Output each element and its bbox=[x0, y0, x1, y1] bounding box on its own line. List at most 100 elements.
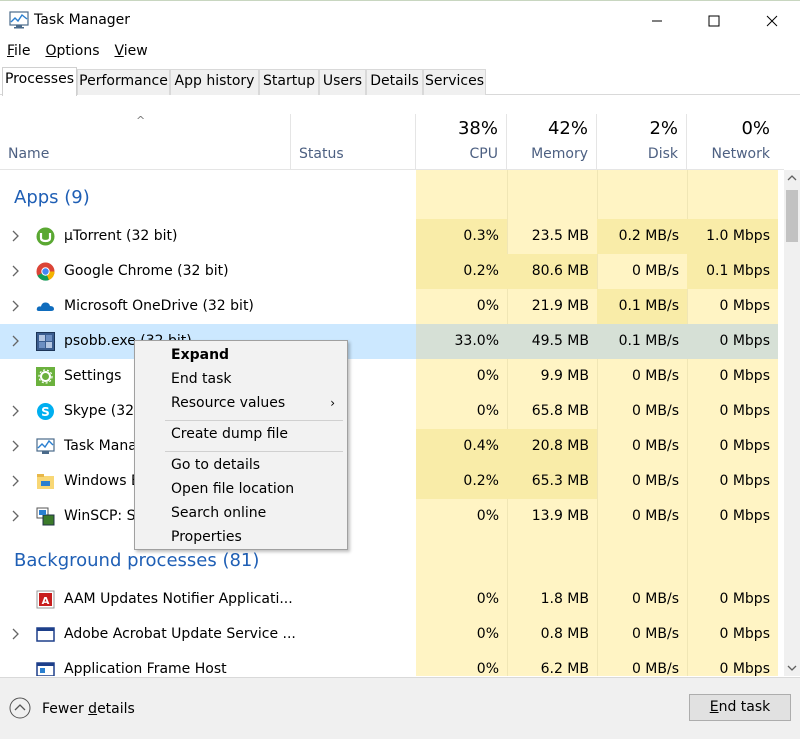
tab-startup[interactable]: Startup bbox=[259, 69, 319, 95]
cpu-value: 0.4% bbox=[416, 429, 507, 464]
header-cpu-percent: 38% bbox=[457, 118, 498, 139]
scroll-up-icon[interactable] bbox=[787, 174, 797, 182]
menu-item-go-to-details[interactable]: Go to details bbox=[135, 454, 347, 478]
menu-item-properties[interactable]: Properties bbox=[135, 526, 347, 550]
tab-app-history[interactable]: App history bbox=[170, 69, 259, 95]
utorrent-icon bbox=[36, 227, 55, 246]
network-value: 0 Mbps bbox=[719, 508, 770, 524]
onedrive-icon bbox=[36, 302, 54, 311]
table-row[interactable]: Adobe Acrobat Update Service ... 0% 0.8 … bbox=[0, 617, 778, 652]
tab-users[interactable]: Users bbox=[319, 69, 366, 95]
table-row[interactable]: µTorrent (32 bit) 0.3% 23.5 MB 0.2 MB/s … bbox=[0, 219, 778, 254]
header-status-label: Status bbox=[299, 146, 344, 162]
header-cpu[interactable]: 38% CPU bbox=[416, 114, 507, 169]
close-button[interactable] bbox=[749, 1, 795, 41]
folder-icon bbox=[37, 474, 54, 489]
table-row-selected[interactable]: psobb.exe (32 bit) 33.0% 49.5 MB 0.1 MB/… bbox=[0, 324, 778, 359]
cpu-value: 0% bbox=[476, 403, 499, 419]
network-value: 0 Mbps bbox=[719, 438, 770, 454]
network-value: 0 Mbps bbox=[719, 473, 770, 489]
process-name: Application Frame Host bbox=[64, 661, 227, 676]
network-value: 0 Mbps bbox=[719, 591, 770, 607]
tab-services[interactable]: Services bbox=[423, 69, 486, 95]
group-background-processes[interactable]: Background processes (81) bbox=[14, 550, 259, 571]
cpu-value: 0% bbox=[476, 591, 499, 607]
table-row[interactable]: A AAM Updates Notifier Applicati... 0% 1… bbox=[0, 582, 778, 617]
menu-file[interactable]: File bbox=[0, 40, 38, 64]
scroll-down-icon[interactable] bbox=[787, 664, 797, 672]
fewer-details-link[interactable]: Fewer details bbox=[42, 701, 135, 717]
tab-details[interactable]: Details bbox=[366, 69, 423, 95]
header-network[interactable]: 0% Network bbox=[687, 114, 778, 169]
menu-separator bbox=[165, 420, 343, 421]
disk-value: 0 MB/s bbox=[631, 473, 679, 489]
menu-item-open-file-location[interactable]: Open file location bbox=[135, 478, 347, 502]
maximize-button[interactable] bbox=[691, 1, 737, 41]
chevron-right-icon[interactable] bbox=[10, 229, 22, 243]
header-name[interactable]: Name bbox=[0, 114, 291, 169]
table-row[interactable]: Windows Explorer 0.2% 65.3 MB 0 MB/s 0 M… bbox=[0, 464, 778, 499]
memory-value: 65.8 MB bbox=[531, 403, 589, 419]
disk-value: 0 MB/s bbox=[631, 661, 679, 676]
chevron-right-icon[interactable] bbox=[10, 509, 22, 523]
table-row[interactable]: Task Manager 0.4% 20.8 MB 0 MB/s 0 Mbps bbox=[0, 429, 778, 464]
chevron-right-icon[interactable] bbox=[10, 439, 22, 453]
memory-value: 9.9 MB bbox=[540, 368, 589, 384]
menu-options-label: ptions bbox=[56, 43, 100, 59]
menu-view-label: iew bbox=[123, 43, 148, 59]
memory-value: 65.3 MB bbox=[507, 464, 597, 499]
group-apps[interactable]: Apps (9) bbox=[14, 187, 90, 208]
header-status[interactable]: Status bbox=[291, 114, 416, 169]
table-row[interactable]: Application Frame Host 0% 6.2 MB 0 MB/s … bbox=[0, 652, 778, 676]
winscp-icon bbox=[36, 507, 55, 526]
end-task-button[interactable]: End task bbox=[689, 694, 791, 721]
disk-value: 0.1 MB/s bbox=[597, 324, 687, 359]
settings-gear-icon bbox=[36, 367, 55, 386]
header-disk-label: Disk bbox=[647, 146, 678, 162]
process-name: AAM Updates Notifier Applicati... bbox=[64, 591, 293, 607]
chrome-icon bbox=[36, 262, 55, 281]
svg-text:S: S bbox=[41, 405, 50, 419]
cpu-value: 0.3% bbox=[416, 219, 507, 254]
menu-view[interactable]: View bbox=[107, 40, 155, 64]
memory-value: 0.8 MB bbox=[540, 626, 589, 642]
table-row[interactable]: Microsoft OneDrive (32 bit) 0% 21.9 MB 0… bbox=[0, 289, 778, 324]
menu-item-resource-values[interactable]: Resource values › bbox=[135, 392, 347, 416]
chevron-right-icon[interactable] bbox=[10, 334, 22, 348]
network-value: 0 Mbps bbox=[719, 403, 770, 419]
table-row[interactable]: Settings 0% 9.9 MB 0 MB/s 0 Mbps bbox=[0, 359, 778, 394]
process-name: Google Chrome (32 bit) bbox=[64, 263, 229, 279]
tab-bar: Processes Performance App history Startu… bbox=[0, 67, 800, 96]
chevron-right-icon[interactable] bbox=[10, 474, 22, 488]
process-name: µTorrent (32 bit) bbox=[64, 228, 178, 244]
chevron-up-circle-icon[interactable] bbox=[9, 697, 31, 719]
header-cpu-label: CPU bbox=[469, 146, 498, 162]
disk-value: 0 MB/s bbox=[631, 438, 679, 454]
menu-options[interactable]: Options bbox=[38, 40, 107, 64]
header-name-label: Name bbox=[8, 146, 50, 162]
scrollbar-thumb[interactable] bbox=[786, 190, 798, 242]
tab-processes[interactable]: Processes bbox=[2, 67, 77, 96]
tab-performance[interactable]: Performance bbox=[77, 69, 170, 95]
network-value: 0 Mbps bbox=[687, 324, 778, 359]
chevron-right-icon[interactable] bbox=[10, 264, 22, 278]
menu-item-create-dump-file[interactable]: Create dump file bbox=[135, 423, 347, 447]
adobe-icon: A bbox=[36, 590, 55, 609]
chevron-right-icon[interactable] bbox=[10, 299, 22, 313]
table-row[interactable]: S Skype (32 bit) 0% 65.8 MB 0 MB/s 0 Mbp… bbox=[0, 394, 778, 429]
table-row[interactable]: Google Chrome (32 bit) 0.2% 80.6 MB 0 MB… bbox=[0, 254, 778, 289]
menu-item-expand[interactable]: Expand bbox=[135, 344, 347, 368]
header-disk[interactable]: 2% Disk bbox=[597, 114, 687, 169]
chevron-right-icon[interactable] bbox=[10, 627, 22, 641]
vertical-scrollbar[interactable] bbox=[784, 170, 800, 676]
menu-item-search-online[interactable]: Search online bbox=[135, 502, 347, 526]
chevron-right-icon[interactable] bbox=[10, 404, 22, 418]
table-row[interactable]: WinSCP: SFTP 0% 13.9 MB 0 MB/s 0 Mbps bbox=[0, 499, 778, 534]
close-icon bbox=[766, 15, 778, 27]
process-name: Adobe Acrobat Update Service ... bbox=[64, 626, 296, 642]
minimize-button[interactable] bbox=[634, 1, 680, 41]
header-memory[interactable]: 42% Memory bbox=[507, 114, 597, 169]
menu-item-end-task[interactable]: End task bbox=[135, 368, 347, 392]
disk-value: 0 MB/s bbox=[631, 591, 679, 607]
process-list: Apps (9) µTorrent (32 bit) 0.3% 23.5 MB … bbox=[0, 170, 778, 676]
